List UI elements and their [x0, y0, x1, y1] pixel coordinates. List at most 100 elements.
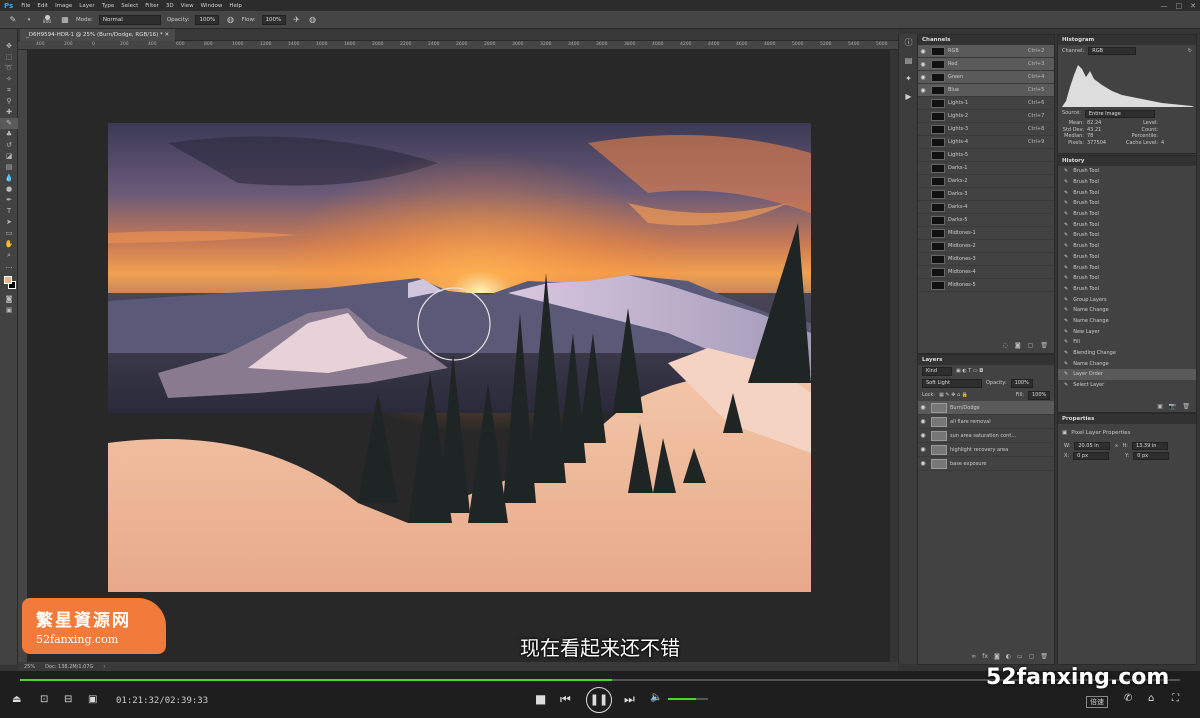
history-state[interactable]: ✎ Select Layer — [1058, 380, 1196, 391]
channel-row[interactable]: Darks-5 — [918, 214, 1054, 227]
new-channel-icon[interactable]: ▢ — [1028, 342, 1034, 349]
clone-stamp-icon[interactable]: ♣ — [0, 129, 18, 140]
channel-row[interactable]: Lights-5 — [918, 149, 1054, 162]
brush-panel-icon[interactable]: ▦ — [60, 15, 70, 25]
airbrush-icon[interactable]: ✈ — [292, 15, 302, 25]
channel-row[interactable]: Midtones-3 — [918, 253, 1054, 266]
eyedropper-tool-icon[interactable]: ⚲ — [0, 96, 18, 107]
visibility-eye-icon[interactable]: ◉ — [918, 460, 928, 467]
chevron-down-icon[interactable]: ▾ — [24, 15, 34, 25]
stop-icon[interactable]: ■ — [535, 692, 546, 706]
blur-tool-icon[interactable]: 💧 — [0, 173, 18, 184]
close-icon[interactable]: ✕ — [1190, 2, 1196, 10]
channel-row[interactable]: ◉ Green Ctrl+4 — [918, 71, 1054, 84]
source-select[interactable]: Entire Image — [1084, 110, 1155, 118]
healing-brush-icon[interactable]: ✚ — [0, 107, 18, 118]
eraser-tool-icon[interactable]: ◪ — [0, 151, 18, 162]
load-selection-icon[interactable]: ◌ — [1003, 342, 1008, 349]
visibility-eye-icon[interactable]: ◉ — [918, 446, 928, 453]
layer-row[interactable]: ◉ all flare removal — [918, 415, 1054, 429]
lock-icons[interactable]: ▦ ✎ ✥ ⌂ 🔒 — [939, 392, 968, 398]
channel-row[interactable]: Lights-2 Ctrl+7 — [918, 110, 1054, 123]
channel-row[interactable]: Darks-4 — [918, 201, 1054, 214]
history-state[interactable]: ✎ Brush Tool — [1058, 284, 1196, 295]
bag-icon[interactable]: ⌂ — [1148, 693, 1154, 704]
quick-mask-icon[interactable]: ◙ — [0, 294, 18, 305]
menu-item[interactable]: Select — [121, 3, 138, 9]
mode-select[interactable]: Normal — [98, 14, 161, 25]
hand-tool-icon[interactable]: ✋ — [0, 239, 18, 250]
history-state[interactable]: ✎ Layer Order — [1058, 369, 1196, 380]
history-state[interactable]: ✎ Fill — [1058, 337, 1196, 348]
x-field[interactable]: 0 px — [1073, 452, 1110, 460]
history-state[interactable]: ✎ Brush Tool — [1058, 252, 1196, 263]
blend-mode-select[interactable]: Soft Light — [922, 378, 982, 388]
visibility-eye-icon[interactable]: ◉ — [918, 404, 928, 411]
type-tool-icon[interactable]: T — [0, 206, 18, 217]
chevron-right-icon[interactable]: › — [103, 664, 105, 670]
link-icon[interactable]: ∞ — [1114, 443, 1118, 449]
brush-tool-icon[interactable]: ✎ — [0, 118, 18, 129]
previous-icon[interactable]: ⏮ — [560, 692, 571, 707]
lasso-tool-icon[interactable]: ➰ — [0, 63, 18, 74]
next-icon[interactable]: ⏭ — [624, 692, 635, 707]
speed-button[interactable]: 倍速 — [1086, 696, 1108, 708]
channel-row[interactable]: Midtones-2 — [918, 240, 1054, 253]
opacity-field[interactable]: 100% — [195, 14, 220, 25]
trash-icon[interactable]: 🗑 — [1040, 342, 1048, 349]
history-state[interactable]: ✎ Group Layers — [1058, 294, 1196, 305]
menu-item[interactable]: Window — [201, 3, 223, 9]
channel-row[interactable]: Midtones-4 — [918, 266, 1054, 279]
save-selection-icon[interactable]: ◙ — [1015, 342, 1021, 349]
pressure-opacity-icon[interactable]: ◍ — [225, 15, 235, 25]
history-state[interactable]: ✎ Brush Tool — [1058, 219, 1196, 230]
channel-row[interactable]: Lights-4 Ctrl+9 — [918, 136, 1054, 149]
channel-row[interactable]: Midtones-1 — [918, 227, 1054, 240]
visibility-eye-icon[interactable]: ◉ — [918, 61, 928, 68]
volume-icon[interactable]: 🔈 — [650, 692, 662, 703]
menu-item[interactable]: Edit — [37, 3, 48, 9]
gradient-tool-icon[interactable]: ▤ — [0, 162, 18, 173]
pressure-size-icon[interactable]: ◍ — [308, 15, 318, 25]
layer-kind-filter[interactable]: Kind — [922, 366, 952, 376]
channel-row[interactable]: Lights-3 Ctrl+8 — [918, 123, 1054, 136]
path-select-icon[interactable]: ➤ — [0, 217, 18, 228]
history-state[interactable]: ✎ Brush Tool — [1058, 230, 1196, 241]
history-state[interactable]: ✎ New Layer — [1058, 326, 1196, 337]
history-state[interactable]: ✎ Brush Tool — [1058, 262, 1196, 273]
close-tab-icon[interactable]: ✕ — [165, 32, 170, 38]
menu-item[interactable]: File — [21, 3, 30, 9]
menu-item[interactable]: Help — [229, 3, 242, 9]
menu-item[interactable]: Layer — [79, 3, 94, 9]
menu-item[interactable]: View — [181, 3, 194, 9]
flow-field[interactable]: 100% — [261, 14, 286, 25]
landscape-photo[interactable] — [108, 123, 811, 592]
fill-field[interactable]: 100% — [1028, 390, 1050, 400]
visibility-eye-icon[interactable]: ◉ — [918, 87, 928, 94]
history-brush-icon[interactable]: ↺ — [0, 140, 18, 151]
more-tools-icon[interactable]: … — [0, 261, 18, 272]
screen-icon[interactable]: ⊡ — [40, 694, 48, 705]
channel-row[interactable]: ◉ RGB Ctrl+2 — [918, 45, 1054, 58]
y-field[interactable]: 0 px — [1133, 452, 1170, 460]
info-icon[interactable]: ⓘ — [899, 34, 918, 52]
width-field[interactable]: 20.05 in — [1074, 442, 1111, 450]
filter-icons[interactable]: ▣ ◐ T ▭ ◘ — [956, 368, 983, 374]
layer-row[interactable]: ◉ highlight recovery area — [918, 443, 1054, 457]
minimize-icon[interactable]: — — [1161, 2, 1168, 10]
layers-panel-title[interactable]: Layers — [918, 355, 1054, 365]
history-panel-title[interactable]: History — [1058, 156, 1196, 166]
visibility-eye-icon[interactable]: ◉ — [918, 48, 928, 55]
history-state[interactable]: ✎ Brush Tool — [1058, 241, 1196, 252]
foreground-color-swatch[interactable] — [4, 276, 12, 284]
zoom-level[interactable]: 25% — [24, 664, 35, 670]
histogram-panel-title[interactable]: Histogram — [1058, 35, 1196, 45]
history-state[interactable]: ✎ Brush Tool — [1058, 177, 1196, 188]
new-document-icon[interactable]: ▣ — [1157, 403, 1163, 410]
zoom-tool-icon[interactable]: ⌕ — [0, 250, 18, 261]
height-field[interactable]: 13.39 in — [1131, 442, 1168, 450]
maximize-icon[interactable]: □ — [1176, 2, 1183, 10]
channel-row[interactable]: Darks-3 — [918, 188, 1054, 201]
fullscreen-icon[interactable]: ⛶ — [1172, 693, 1179, 704]
channel-row[interactable]: Midtones-5 — [918, 279, 1054, 292]
